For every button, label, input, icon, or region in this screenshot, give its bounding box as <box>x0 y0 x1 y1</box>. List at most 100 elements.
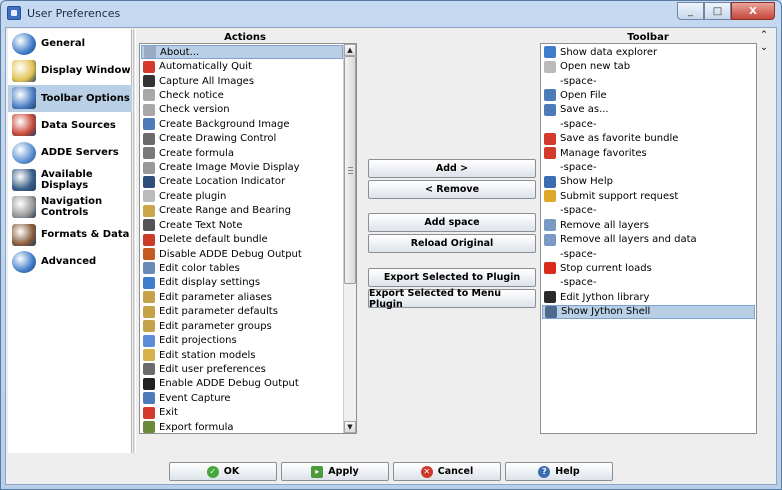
station-models-icon <box>143 349 155 361</box>
help-icon <box>544 175 556 188</box>
action-item[interactable]: Disable ADDE Debug Output <box>141 247 343 261</box>
action-item[interactable]: Edit user preferences <box>141 362 343 376</box>
action-item[interactable]: Edit parameter defaults <box>141 305 343 319</box>
action-item[interactable]: Edit display settings <box>141 276 343 290</box>
actions-scrollbar[interactable]: ▲ ▼ <box>343 44 356 433</box>
move-up-icon[interactable]: ⌃ <box>758 30 770 40</box>
action-label: Create Image Movie Display <box>159 162 300 174</box>
splitter[interactable] <box>133 29 136 453</box>
manage-favorites-icon <box>544 147 556 160</box>
action-item[interactable]: Exit <box>141 406 343 420</box>
toolbar-item[interactable]: Manage favorites <box>542 146 755 160</box>
toolbar-options-icon <box>12 87 36 110</box>
sidebar-item[interactable]: Available Displays <box>8 167 132 194</box>
action-item[interactable]: Capture All Images <box>141 74 343 88</box>
action-item[interactable]: Create Location Indicator <box>141 175 343 189</box>
action-item[interactable]: Create Range and Bearing <box>141 204 343 218</box>
toolbar-item-label: Remove all layers and data <box>560 234 697 246</box>
move-down-icon[interactable]: ⌄ <box>758 43 770 53</box>
toolbar-item[interactable]: Remove all layers <box>542 218 755 232</box>
sidebar-item[interactable]: Data Sources <box>8 112 132 139</box>
toolbar-item-label: -space- <box>560 118 597 130</box>
action-item[interactable]: About... <box>141 45 343 60</box>
cancel-button[interactable]: ✕ Cancel <box>393 462 501 481</box>
action-label: Create Background Image <box>159 118 290 130</box>
ok-button[interactable]: ✓ OK <box>169 462 277 481</box>
action-item[interactable]: Edit station models <box>141 348 343 362</box>
remove-button[interactable]: < Remove <box>368 180 536 199</box>
action-label: Edit projections <box>159 335 237 347</box>
action-item[interactable]: Check notice <box>141 88 343 102</box>
toolbar-list[interactable]: Show data explorer Open new tab -space- Ope… <box>540 43 757 434</box>
action-item[interactable]: Enable ADDE Debug Output <box>141 377 343 391</box>
toolbar-item[interactable]: Edit Jython library <box>542 290 755 304</box>
scroll-up-arrow-icon[interactable]: ▲ <box>344 44 356 56</box>
sidebar-item-label: ADDE Servers <box>41 147 119 159</box>
param-groups-icon <box>143 320 155 333</box>
toolbar-space-item[interactable]: -space- <box>542 117 755 131</box>
action-item[interactable]: Create Text Note <box>141 218 343 232</box>
reload-original-button[interactable]: Reload Original <box>368 234 536 253</box>
action-item[interactable]: Create formula <box>141 146 343 160</box>
mouse-icon <box>12 196 36 219</box>
action-item[interactable]: Create plugin <box>141 189 343 203</box>
action-item[interactable]: Check version <box>141 103 343 117</box>
sidebar-item[interactable]: General <box>8 30 132 57</box>
delete-bundle-icon <box>143 233 155 246</box>
action-item[interactable]: Delete default bundle <box>141 232 343 246</box>
cancel-label: Cancel <box>437 466 474 477</box>
sidebar-item[interactable]: Navigation Controls <box>8 194 132 221</box>
toolbar-item[interactable]: Remove all layers and data <box>542 232 755 246</box>
action-item[interactable]: Create Drawing Control <box>141 132 343 146</box>
toolbar-item[interactable]: Show Help <box>542 175 755 189</box>
check-version-icon <box>143 103 155 116</box>
toolbar-space-item[interactable]: -space- <box>542 247 755 261</box>
toolbar-item-label: Save as... <box>560 104 609 116</box>
toolbar-item[interactable]: Save as... <box>542 103 755 117</box>
minimize-button[interactable]: _ <box>677 2 704 20</box>
action-item[interactable]: Create Image Movie Display <box>141 160 343 174</box>
sidebar-item[interactable]: Toolbar Options <box>8 84 132 112</box>
sidebar-item[interactable]: ADDE Servers <box>8 139 132 166</box>
toolbar-item[interactable]: Show data explorer <box>542 45 755 59</box>
toolbar-item[interactable]: Stop current loads <box>542 261 755 275</box>
sidebar-item[interactable]: Display Window <box>8 57 132 84</box>
toolbar-item[interactable]: Submit support request <box>542 189 755 203</box>
toolbar-space-item[interactable]: -space- <box>542 160 755 174</box>
close-button[interactable]: X <box>731 2 775 20</box>
actions-list[interactable]: Export formula Exit Event Capture Enable AD… <box>139 43 357 434</box>
toolbar-item[interactable]: Open File <box>542 88 755 102</box>
action-item[interactable]: Create Background Image <box>141 117 343 131</box>
toolbar-item[interactable]: Open new tab <box>542 59 755 73</box>
maximize-button[interactable]: □ <box>704 2 731 20</box>
add-button[interactable]: Add > <box>368 159 536 178</box>
help-label: Help <box>555 466 580 477</box>
actions-header: Actions <box>224 32 266 43</box>
scroll-thumb[interactable] <box>344 56 356 284</box>
sidebar-item[interactable]: Formats & Data <box>8 221 132 248</box>
action-item[interactable]: Event Capture <box>141 391 343 405</box>
apply-button[interactable]: ▸ Apply <box>281 462 389 481</box>
action-item[interactable]: Edit projections <box>141 333 343 347</box>
action-item[interactable]: Edit parameter aliases <box>141 290 343 304</box>
action-label: Create Text Note <box>159 219 243 231</box>
export-menu-plugin-button[interactable]: Export Selected to Menu Plugin <box>368 288 536 310</box>
title-bar[interactable]: User Preferences _ □ X <box>1 1 781 27</box>
toolbar-item[interactable]: Show Jython Shell <box>542 304 755 319</box>
action-item[interactable]: Automatically Quit <box>141 59 343 73</box>
toolbar-space-item[interactable]: -space- <box>542 204 755 218</box>
export-plugin-button[interactable]: Export Selected to Plugin <box>368 268 536 287</box>
action-item[interactable]: Edit parameter groups <box>141 319 343 333</box>
toolbar-item[interactable]: Save as favorite bundle <box>542 132 755 146</box>
add-space-button[interactable]: Add space <box>368 213 536 232</box>
toolbar-space-item[interactable]: -space- <box>542 74 755 88</box>
toolbar-space-item[interactable]: -space- <box>542 276 755 290</box>
save-as-icon <box>544 103 556 116</box>
help-button[interactable]: ? Help <box>505 462 613 481</box>
scroll-down-arrow-icon[interactable]: ▼ <box>344 421 356 433</box>
action-item[interactable]: Edit color tables <box>141 261 343 275</box>
action-item[interactable]: Export formula <box>141 420 343 433</box>
toolbar-item-label: -space- <box>560 75 597 87</box>
app-icon <box>7 6 21 20</box>
sidebar-item[interactable]: Advanced <box>8 248 132 275</box>
